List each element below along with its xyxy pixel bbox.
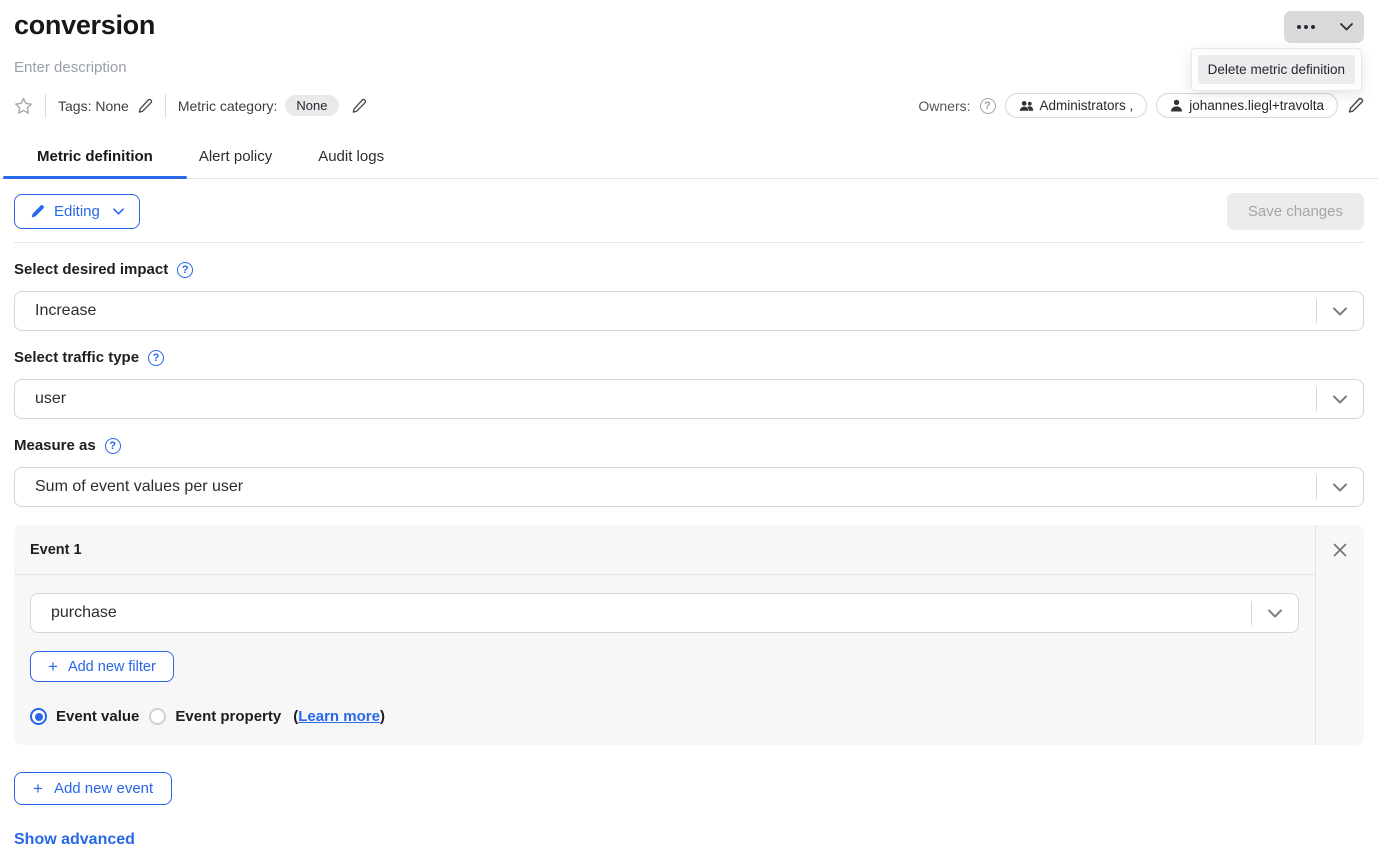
actions-chevron-button[interactable] <box>1328 11 1364 43</box>
owners-section: Owners: ? Administrators , johannes.lieg… <box>918 93 1364 118</box>
event-title: Event 1 <box>30 542 82 558</box>
header-actions: Delete metric definition <box>1284 10 1364 43</box>
field-measure-as: Measure as ? Sum of event values per use… <box>14 437 1364 507</box>
select-value: Increase <box>15 302 1316 320</box>
group-icon <box>1019 100 1034 112</box>
remove-event-button[interactable] <box>1329 539 1351 561</box>
tab-metric-definition[interactable]: Metric definition <box>14 140 176 178</box>
editing-mode-button[interactable]: Editing <box>14 194 140 229</box>
favorite-star-button[interactable] <box>14 97 33 115</box>
menu-item-delete-metric[interactable]: Delete metric definition <box>1198 55 1355 84</box>
tags-label: Tags: None <box>58 98 129 114</box>
show-advanced-link[interactable]: Show advanced <box>14 831 135 849</box>
learn-more-wrap: (Learn more) <box>293 708 385 725</box>
learn-more-link[interactable]: Learn more <box>298 708 380 725</box>
more-actions-group <box>1284 11 1364 43</box>
owner-name: johannes.liegl+travolta <box>1189 98 1324 113</box>
pencil-filled-icon <box>30 204 45 219</box>
measure-mode-radio-group: Event value Event property (Learn more) <box>30 708 1299 725</box>
meta-left: Tags: None Metric category: None <box>14 94 367 118</box>
traffic-type-help-icon[interactable]: ? <box>148 350 164 366</box>
chevron-down-icon <box>1340 23 1353 31</box>
radio-label: Event value <box>56 708 139 725</box>
desired-impact-label: Select desired impact <box>14 261 168 278</box>
desired-impact-help-icon[interactable]: ? <box>177 262 193 278</box>
event-card: Event 1 purchase + Add new filter <box>14 525 1364 745</box>
traffic-type-label: Select traffic type <box>14 349 139 366</box>
event-card-header: Event 1 <box>14 525 1315 575</box>
event-name-select[interactable]: purchase <box>30 593 1299 633</box>
edit-owners-button[interactable] <box>1347 97 1364 114</box>
person-icon <box>1170 99 1183 112</box>
measure-as-select[interactable]: Sum of event values per user <box>14 467 1364 507</box>
chevron-down-icon[interactable] <box>1252 609 1298 618</box>
owners-label: Owners: <box>918 98 970 114</box>
metric-category-field: Metric category: None <box>178 95 367 116</box>
pencil-icon <box>351 98 367 114</box>
meta-row: Tags: None Metric category: None Owners:… <box>14 93 1364 118</box>
tab-bar: Metric definition Alert policy Audit log… <box>0 140 1378 179</box>
edit-category-button[interactable] <box>351 98 367 114</box>
radio-unselected-icon <box>149 708 166 725</box>
paren-close: ) <box>380 708 385 725</box>
pencil-icon <box>1347 97 1364 114</box>
editing-label: Editing <box>54 203 100 220</box>
description-input[interactable]: Enter description <box>14 59 1364 76</box>
measure-as-help-icon[interactable]: ? <box>105 438 121 454</box>
owners-help-icon[interactable]: ? <box>980 98 996 114</box>
save-changes-button[interactable]: Save changes <box>1227 193 1364 230</box>
event-card-body: purchase + Add new filter Event value <box>14 575 1315 745</box>
event-card-side <box>1315 525 1364 745</box>
metric-category-badge: None <box>285 95 338 116</box>
divider-vertical <box>165 94 166 118</box>
metric-definition-page: conversion Delete metric definition Ente… <box>0 0 1378 851</box>
page-header: conversion Delete metric definition <box>14 0 1364 43</box>
add-filter-label: Add new filter <box>68 659 156 675</box>
plus-icon: + <box>33 780 43 797</box>
owner-pill-user[interactable]: johannes.liegl+travolta <box>1156 93 1338 118</box>
pencil-icon <box>137 98 153 114</box>
traffic-type-select[interactable]: user <box>14 379 1364 419</box>
owner-pill-administrators[interactable]: Administrators , <box>1005 93 1148 118</box>
more-actions-button[interactable] <box>1284 11 1328 43</box>
add-event-label: Add new event <box>54 780 153 797</box>
chevron-down-icon[interactable] <box>1317 307 1363 316</box>
ellipsis-icon <box>1297 25 1315 29</box>
radio-selected-icon <box>30 708 47 725</box>
measure-as-label: Measure as <box>14 437 96 454</box>
desired-impact-select[interactable]: Increase <box>14 291 1364 331</box>
star-icon <box>14 97 33 115</box>
owner-name: Administrators , <box>1040 98 1134 113</box>
close-icon <box>1333 543 1347 557</box>
tab-audit-logs[interactable]: Audit logs <box>295 140 407 178</box>
metric-category-label: Metric category: <box>178 98 278 114</box>
radio-event-property[interactable]: Event property <box>149 708 281 725</box>
field-desired-impact: Select desired impact ? Increase <box>14 261 1364 331</box>
edit-toolbar: Editing Save changes <box>14 193 1364 230</box>
tab-alert-policy[interactable]: Alert policy <box>176 140 295 178</box>
chevron-down-icon <box>113 208 124 215</box>
field-label-row: Measure as ? <box>14 437 1364 454</box>
radio-label: Event property <box>175 708 281 725</box>
chevron-down-icon[interactable] <box>1317 483 1363 492</box>
add-event-button[interactable]: + Add new event <box>14 772 172 805</box>
add-filter-button[interactable]: + Add new filter <box>30 651 174 682</box>
actions-menu: Delete metric definition <box>1191 48 1362 91</box>
select-value: Sum of event values per user <box>15 478 1316 496</box>
divider-vertical <box>45 94 46 118</box>
field-traffic-type: Select traffic type ? user <box>14 349 1364 419</box>
radio-event-value[interactable]: Event value <box>30 708 139 725</box>
plus-icon: + <box>48 658 58 675</box>
chevron-down-icon[interactable] <box>1317 395 1363 404</box>
field-label-row: Select desired impact ? <box>14 261 1364 278</box>
select-value: user <box>15 390 1316 408</box>
page-title: conversion <box>14 10 155 41</box>
edit-tags-button[interactable] <box>137 98 153 114</box>
event-card-main: Event 1 purchase + Add new filter <box>14 525 1315 745</box>
select-value: purchase <box>31 604 1251 622</box>
tags-field: Tags: None <box>58 98 153 114</box>
field-label-row: Select traffic type ? <box>14 349 1364 366</box>
divider-horizontal <box>14 242 1364 243</box>
